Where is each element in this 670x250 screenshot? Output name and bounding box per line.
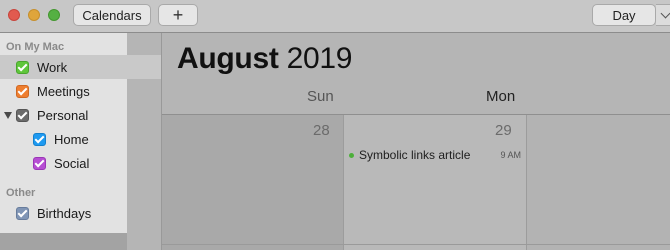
sidebar-item-label: Birthdays xyxy=(37,205,92,221)
social-checkbox[interactable] xyxy=(33,156,46,170)
day-header-mon: Mon xyxy=(486,88,516,105)
personal-checkbox[interactable] xyxy=(16,108,29,122)
sidebar-item-work[interactable]: Work xyxy=(0,55,161,79)
day-column-mon[interactable] xyxy=(526,115,670,250)
add-event-button[interactable]: + xyxy=(158,4,198,26)
day-view-button[interactable]: Day xyxy=(592,4,656,26)
event-color-dot-icon xyxy=(349,152,354,158)
minimize-window-button[interactable] xyxy=(28,9,40,21)
meetings-checkbox[interactable] xyxy=(16,84,29,98)
sidebar-item-personal[interactable]: Personal xyxy=(0,103,127,127)
month-title: August 2019 xyxy=(177,42,352,76)
sidebar-item-home[interactable]: Home xyxy=(0,127,127,151)
column-divider xyxy=(343,115,344,250)
date-number-29: 29 xyxy=(495,122,512,139)
event-title: Symbolic links article xyxy=(359,148,471,162)
week-divider xyxy=(162,244,670,245)
calendar-sidebar: On My Mac Work Meetings Personal Home So… xyxy=(0,33,161,233)
sidebar-item-label: Home xyxy=(54,131,89,147)
group-header-on-my-mac: On My Mac xyxy=(6,41,65,53)
birthdays-checkbox[interactable] xyxy=(16,206,29,220)
calendars-button[interactable]: Calendars xyxy=(73,4,151,26)
column-divider xyxy=(526,115,527,250)
view-menu-chevron-icon[interactable] xyxy=(656,4,670,26)
home-checkbox[interactable] xyxy=(33,132,46,146)
sidebar-item-meetings[interactable]: Meetings xyxy=(0,79,127,103)
zoom-window-button[interactable] xyxy=(48,9,60,21)
sidebar-item-label: Meetings xyxy=(37,83,90,99)
event-time: 9 AM xyxy=(500,150,521,160)
date-number-28: 28 xyxy=(313,122,330,139)
close-window-button[interactable] xyxy=(8,9,20,21)
sidebar-item-social[interactable]: Social xyxy=(0,151,127,175)
sidebar-item-label: Social xyxy=(54,155,90,171)
day-header-sun: Sun xyxy=(307,88,334,105)
year: 2019 xyxy=(286,42,353,75)
month-name: August xyxy=(177,42,279,75)
sidebar-item-birthdays[interactable]: Birthdays xyxy=(0,201,127,225)
sidebar-item-label: Work xyxy=(37,59,68,75)
sidebar-item-label: Personal xyxy=(37,107,89,123)
group-header-other: Other xyxy=(6,187,36,199)
event-item[interactable]: Symbolic links article 9 AM xyxy=(349,147,521,163)
toolbar: Calendars + Day xyxy=(0,0,670,33)
work-checkbox[interactable] xyxy=(16,60,29,74)
